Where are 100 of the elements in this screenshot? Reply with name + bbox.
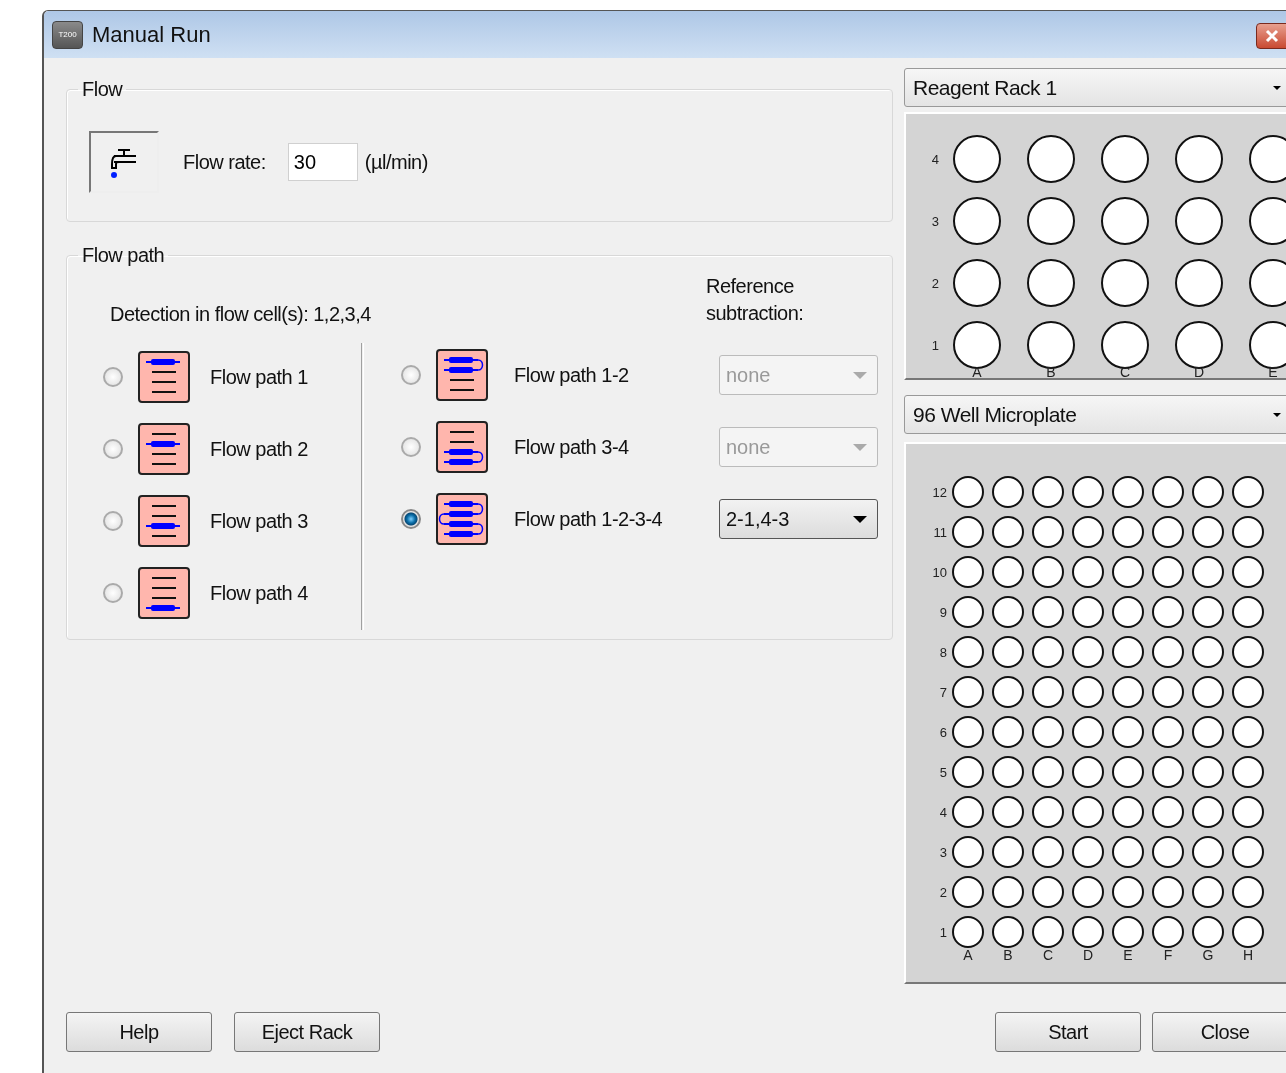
well[interactable] [1101,135,1149,183]
well[interactable] [1232,796,1264,828]
well[interactable] [952,876,984,908]
well[interactable] [1072,716,1104,748]
well[interactable] [992,916,1024,948]
dialog-button[interactable]: Eject Rack [234,1012,380,1052]
well[interactable] [953,321,1001,369]
well[interactable] [1072,556,1104,588]
radio-button[interactable] [401,365,421,385]
rack-dropdown[interactable]: Reagent Rack 1 [904,68,1286,107]
well[interactable] [1032,636,1064,668]
well[interactable] [1192,756,1224,788]
well[interactable] [992,636,1024,668]
well[interactable] [1152,516,1184,548]
well[interactable] [1232,596,1264,628]
well[interactable] [952,516,984,548]
well[interactable] [1032,876,1064,908]
reference-dropdown[interactable]: 2-1,4-3 [719,499,878,539]
radio-button[interactable] [103,511,123,531]
well[interactable] [952,636,984,668]
radio-button[interactable] [103,439,123,459]
well[interactable] [1072,676,1104,708]
well[interactable] [1101,259,1149,307]
well[interactable] [1112,676,1144,708]
well[interactable] [1192,716,1224,748]
well[interactable] [952,916,984,948]
well[interactable] [1027,259,1075,307]
well[interactable] [1232,756,1264,788]
dialog-button[interactable]: Start [995,1012,1141,1052]
well[interactable] [1032,716,1064,748]
well[interactable] [992,516,1024,548]
well[interactable] [1192,476,1224,508]
well[interactable] [1192,876,1224,908]
well[interactable] [992,716,1024,748]
dialog-button[interactable]: Help [66,1012,212,1052]
well[interactable] [1072,756,1104,788]
well[interactable] [1112,516,1144,548]
well[interactable] [992,756,1024,788]
well[interactable] [1192,916,1224,948]
well[interactable] [1249,321,1286,369]
well[interactable] [1249,259,1286,307]
well[interactable] [1175,135,1223,183]
well[interactable] [1232,636,1264,668]
well[interactable] [1072,596,1104,628]
well[interactable] [1232,476,1264,508]
well[interactable] [1152,596,1184,628]
well[interactable] [1192,836,1224,868]
well[interactable] [1112,796,1144,828]
well[interactable] [1112,876,1144,908]
well[interactable] [1175,321,1223,369]
well[interactable] [1032,516,1064,548]
well[interactable] [1175,197,1223,245]
well[interactable] [1192,596,1224,628]
well[interactable] [992,676,1024,708]
well[interactable] [1152,836,1184,868]
well[interactable] [1027,197,1075,245]
well[interactable] [1112,476,1144,508]
well[interactable] [992,476,1024,508]
well[interactable] [1232,676,1264,708]
rack-dropdown[interactable]: 96 Well Microplate [904,395,1286,434]
well[interactable] [1152,476,1184,508]
well[interactable] [953,197,1001,245]
well[interactable] [1152,796,1184,828]
well[interactable] [952,756,984,788]
well[interactable] [952,596,984,628]
well[interactable] [1152,556,1184,588]
well[interactable] [1072,476,1104,508]
well[interactable] [1249,197,1286,245]
well[interactable] [1152,716,1184,748]
well[interactable] [1192,556,1224,588]
well[interactable] [952,556,984,588]
well[interactable] [1112,636,1144,668]
well[interactable] [1032,676,1064,708]
well[interactable] [1152,636,1184,668]
radio-button[interactable] [103,583,123,603]
well[interactable] [1192,796,1224,828]
well[interactable] [1232,836,1264,868]
well[interactable] [1175,259,1223,307]
well[interactable] [1232,516,1264,548]
well[interactable] [953,135,1001,183]
well[interactable] [1032,836,1064,868]
well[interactable] [1232,556,1264,588]
well[interactable] [1249,135,1286,183]
well[interactable] [1072,876,1104,908]
well[interactable] [952,476,984,508]
well[interactable] [1112,836,1144,868]
well[interactable] [1072,916,1104,948]
well[interactable] [1232,876,1264,908]
well[interactable] [1152,676,1184,708]
well[interactable] [1192,516,1224,548]
well[interactable] [1152,916,1184,948]
well[interactable] [952,796,984,828]
well[interactable] [1032,796,1064,828]
well[interactable] [1112,556,1144,588]
well[interactable] [1032,476,1064,508]
well[interactable] [1112,916,1144,948]
well[interactable] [992,596,1024,628]
well[interactable] [952,716,984,748]
well[interactable] [1032,556,1064,588]
radio-button[interactable] [401,509,421,529]
